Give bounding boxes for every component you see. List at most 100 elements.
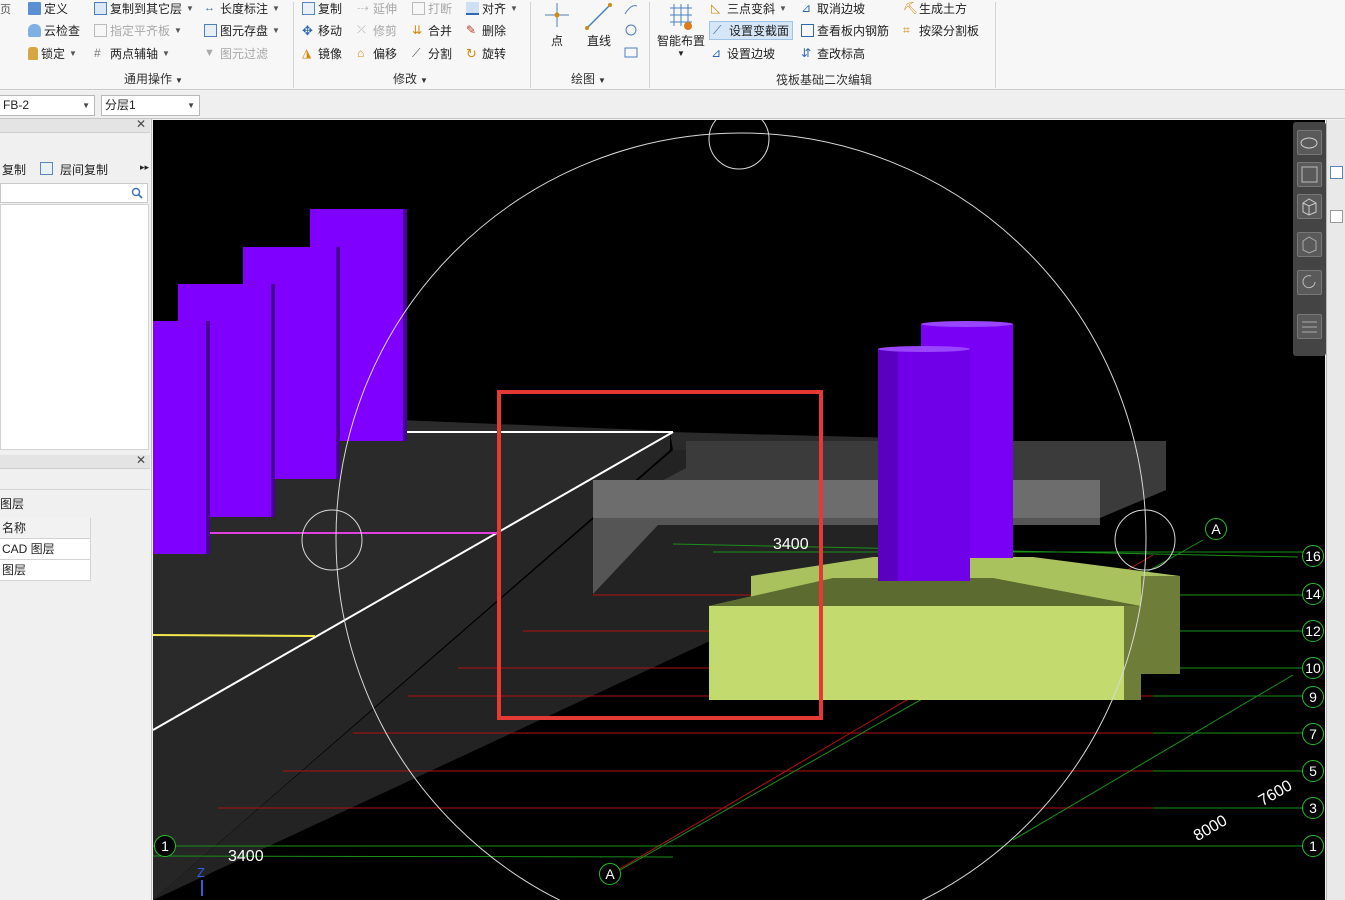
3d-viewport[interactable]: 3400 3400 7600 8000 A A 1 Z 16 14 12 10 … bbox=[153, 120, 1325, 900]
layer-select-value: 分层1 bbox=[105, 98, 136, 112]
break-button[interactable]: 打断 bbox=[412, 0, 452, 17]
table-row[interactable]: CAD 图层 bbox=[0, 539, 91, 560]
set-slope-button[interactable]: ⊿ 设置边坡 bbox=[711, 44, 775, 62]
chevron-down-icon: ▼ bbox=[69, 48, 77, 58]
delete-icon: ✎ bbox=[466, 22, 477, 37]
copy-label: 复制 bbox=[318, 1, 343, 16]
chevron-down-icon: ▼ bbox=[598, 76, 606, 85]
dimension-button[interactable]: ↔ 长度标注 ▼ bbox=[204, 0, 280, 17]
chevron-down-icon: ▼ bbox=[510, 3, 518, 13]
flush-slab-icon bbox=[94, 23, 107, 37]
axis-bubble: 1 bbox=[154, 835, 176, 857]
element-select[interactable]: FB-2 ▼ bbox=[0, 95, 95, 116]
define-button[interactable]: 页 bbox=[0, 0, 11, 18]
grid-icon bbox=[1302, 321, 1317, 333]
align-icon bbox=[466, 1, 479, 15]
copy-to-layer-label: 复制到其它层 bbox=[110, 1, 183, 16]
copy-layer-icon bbox=[94, 1, 107, 15]
orbit-icon bbox=[1300, 137, 1318, 149]
layers-view-button[interactable] bbox=[1297, 314, 1322, 339]
move-button[interactable]: ✥ 移动 bbox=[302, 21, 342, 39]
search-input[interactable] bbox=[0, 183, 148, 203]
axis-bubble: 1 bbox=[1302, 835, 1324, 857]
line-button[interactable]: 直线 bbox=[582, 2, 616, 49]
save-element-icon bbox=[204, 23, 217, 37]
earthwork-label: 生成土方 bbox=[919, 1, 968, 16]
group-title-common[interactable]: 通用操作 ▼ bbox=[124, 70, 183, 87]
component-list[interactable] bbox=[0, 204, 149, 450]
cloud-check-button[interactable]: 云检查 bbox=[28, 21, 80, 39]
trim-button[interactable]: ⤫ 修剪 bbox=[357, 21, 397, 39]
copy-button[interactable]: 复制 bbox=[302, 0, 342, 17]
mirror-button[interactable]: ◮ 镜像 bbox=[302, 44, 342, 62]
align-button[interactable]: 对齐 ▼ bbox=[466, 0, 518, 17]
cancel-slope-button[interactable]: ⊿ 取消边坡 bbox=[801, 0, 865, 17]
panel-icon[interactable] bbox=[1330, 166, 1343, 179]
view-3d-button[interactable] bbox=[1297, 194, 1322, 219]
2d-view-icon bbox=[1301, 166, 1318, 183]
arc-icon[interactable] bbox=[622, 2, 640, 62]
axis-bubble: A bbox=[1205, 518, 1227, 540]
group-title-common-text: 通用操作 bbox=[124, 72, 173, 86]
rotate-button[interactable]: ↻ 旋转 bbox=[466, 44, 506, 62]
rotate-view-button[interactable] bbox=[1297, 270, 1322, 295]
set-slope-icon: ⊿ bbox=[711, 45, 722, 60]
aux-axis-label: 两点辅轴 bbox=[110, 46, 159, 61]
chevron-down-icon: ▼ bbox=[174, 25, 182, 35]
axis-line-yellow bbox=[153, 634, 316, 637]
copy-to-layer-button[interactable]: 复制到其它层 ▼ bbox=[94, 0, 194, 17]
orbit-button[interactable] bbox=[1297, 130, 1322, 155]
elevation-label: 查改标高 bbox=[817, 46, 866, 61]
group-title-modify[interactable]: 修改 ▼ bbox=[393, 70, 428, 87]
more-icon[interactable]: ▸▸ bbox=[140, 162, 149, 173]
search-icon bbox=[131, 187, 143, 199]
dimension-label: 长度标注 bbox=[220, 1, 269, 16]
delete-button[interactable]: ✎ 删除 bbox=[466, 21, 506, 39]
point-button[interactable]: 点 bbox=[543, 2, 571, 49]
group-title-modify-text: 修改 bbox=[393, 72, 418, 86]
three-point-slope-button[interactable]: ◺ 三点变斜 ▼ bbox=[711, 0, 787, 17]
aux-axis-button[interactable]: # 两点辅轴 ▼ bbox=[94, 44, 170, 62]
table-row[interactable]: 图层 bbox=[0, 560, 91, 581]
right-panel-collapsed[interactable] bbox=[1326, 120, 1345, 900]
split-button[interactable]: ⟋ 分割 bbox=[412, 44, 452, 62]
axis-bubble: 5 bbox=[1302, 760, 1324, 782]
chevron-down-icon: ▼ bbox=[272, 25, 280, 35]
define-button-main[interactable]: 定义 bbox=[28, 0, 68, 17]
view-rebar-icon bbox=[801, 23, 814, 37]
line-label: 直线 bbox=[586, 34, 611, 48]
earthwork-button[interactable]: ⛏ 生成土方 bbox=[903, 0, 967, 17]
view-rebar-button[interactable]: 查看板内钢筋 bbox=[801, 21, 889, 39]
extend-button[interactable]: ⤏ 延伸 bbox=[357, 0, 397, 17]
smart-layout-button[interactable]: 智能布置 ▼ bbox=[655, 2, 707, 58]
group-title-draw[interactable]: 绘图 ▼ bbox=[571, 70, 606, 87]
point-label: 点 bbox=[550, 34, 563, 48]
variable-section-button[interactable]: ⟋ 设置变截面 bbox=[709, 21, 794, 40]
floor-copy-icon bbox=[40, 162, 53, 175]
filter-button[interactable]: ▼ 图元过滤 bbox=[204, 44, 268, 62]
offset-button[interactable]: ⌂ 偏移 bbox=[357, 44, 397, 62]
save-element-button[interactable]: 图元存盘 ▼ bbox=[204, 21, 280, 39]
line-icon bbox=[585, 3, 612, 30]
panel-icon[interactable] bbox=[1330, 210, 1343, 223]
view-iso-button[interactable] bbox=[1297, 232, 1322, 257]
copy-link[interactable]: 复制 bbox=[2, 161, 26, 178]
layer-select[interactable]: 分层1 ▼ bbox=[101, 95, 200, 116]
axis-bubble: 16 bbox=[1302, 545, 1324, 567]
flush-slab-button[interactable]: 指定平齐板 ▼ bbox=[94, 21, 182, 39]
close-icon[interactable]: ✕ bbox=[136, 453, 146, 467]
table-header: 名称 bbox=[0, 518, 91, 539]
axis-bubble: 7 bbox=[1302, 723, 1324, 745]
variable-section-icon: ⟋ bbox=[713, 23, 722, 37]
lock-button[interactable]: 锁定 ▼ bbox=[28, 44, 77, 62]
split-by-beam-button[interactable]: ⌗ 按梁分割板 bbox=[903, 21, 979, 39]
view-2d-button[interactable] bbox=[1297, 162, 1322, 187]
close-icon[interactable]: ✕ bbox=[136, 117, 146, 131]
orbit-handle-top[interactable] bbox=[708, 120, 770, 170]
floor-copy-button[interactable]: 层间复制 bbox=[60, 161, 108, 178]
align-label: 对齐 bbox=[482, 1, 507, 16]
lock-icon bbox=[28, 46, 38, 60]
merge-button[interactable]: ⇊ 合并 bbox=[412, 21, 452, 39]
copy-icon bbox=[302, 1, 315, 15]
elevation-button[interactable]: ⇵ 查改标高 bbox=[801, 44, 865, 62]
